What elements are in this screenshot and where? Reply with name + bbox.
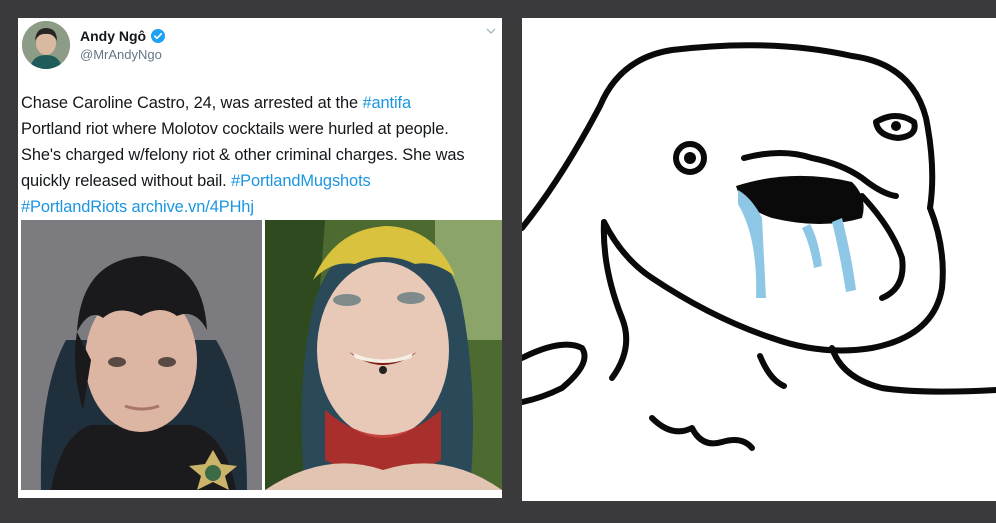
hashtag-link[interactable]: #antifa	[363, 94, 412, 112]
tweet-text-segment: quickly released without bail.	[21, 172, 232, 190]
tweet-line: quickly released without bail. #Portland…	[21, 168, 501, 194]
tweet-text-segment: Chase Caroline Castro, 24, was arrested …	[21, 94, 363, 112]
tweet-text-segment: Portland riot where Molotov cocktails we…	[21, 120, 449, 138]
author-name-row: Andy Ngô	[80, 28, 166, 44]
selfie-photo[interactable]	[265, 220, 502, 490]
tweet-line: #PortlandRiots archive.vn/4PHhj	[21, 194, 501, 220]
author-name[interactable]: Andy Ngô	[80, 28, 146, 44]
chevron-down-icon[interactable]	[486, 27, 496, 35]
crying-wojak-drawing	[522, 18, 996, 501]
author-handle[interactable]: @MrAndyNgo	[80, 47, 162, 62]
avatar[interactable]	[22, 21, 70, 69]
tweet-header: Andy Ngô @MrAndyNgo	[22, 21, 498, 71]
tweet-text: Chase Caroline Castro, 24, was arrested …	[21, 90, 501, 220]
mugshot-photo[interactable]	[21, 220, 262, 490]
hashtag-link[interactable]: #PortlandMugshots	[231, 172, 371, 190]
tweet-line: Chase Caroline Castro, 24, was arrested …	[21, 90, 501, 116]
verified-badge-icon	[151, 29, 166, 43]
hashtag-and-archive-link[interactable]: #PortlandRiots archive.vn/4PHhj	[21, 198, 254, 216]
tweet-text-segment: She's charged w/felony riot & other crim…	[21, 146, 465, 164]
tweet-screenshot-panel: Andy Ngô @MrAndyNgo Chase Caroline Castr…	[18, 18, 502, 498]
tweet-line: Portland riot where Molotov cocktails we…	[21, 116, 501, 142]
tweet-line: She's charged w/felony riot & other crim…	[21, 142, 501, 168]
